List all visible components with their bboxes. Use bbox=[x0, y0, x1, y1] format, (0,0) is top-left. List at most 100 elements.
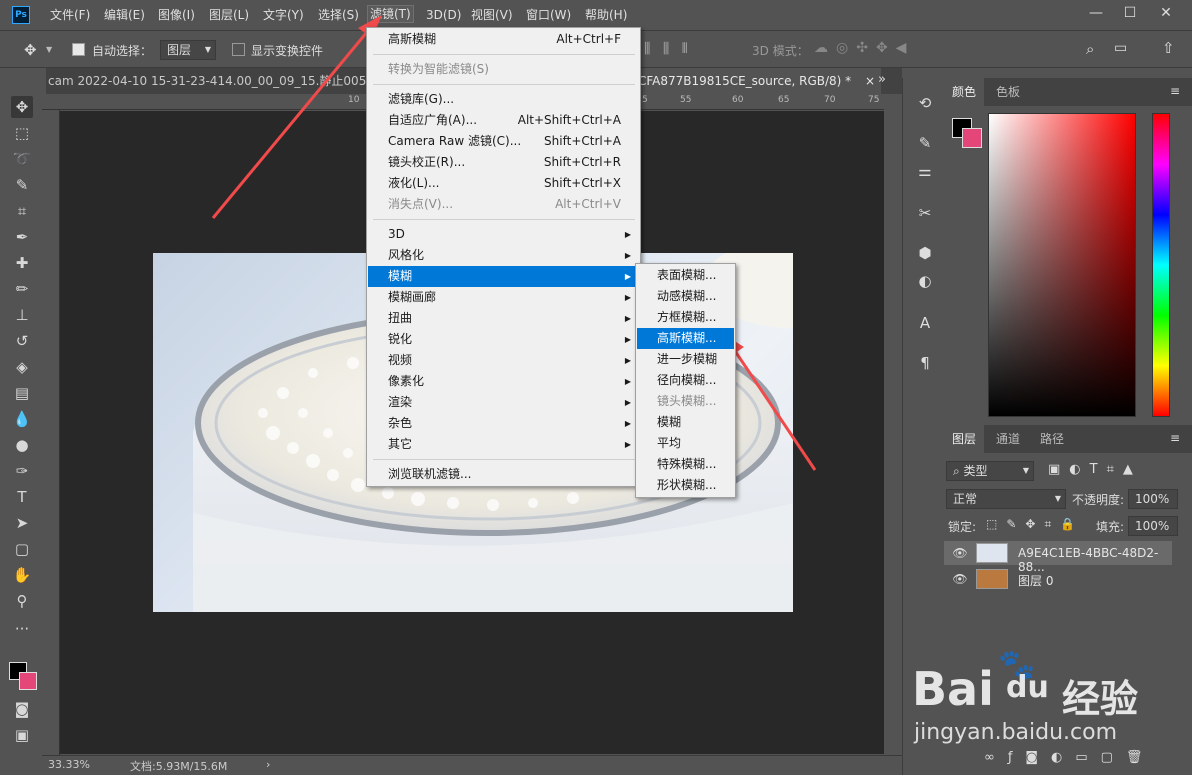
tab-swatches[interactable]: 色板 bbox=[988, 78, 1028, 106]
3d-panel-icon[interactable]: ⬢ bbox=[914, 242, 936, 264]
tools-panel: ✥ ⬚ ➰ ✎ ⌗ ✒ ✚ ✏ ⊥ ↺ ◈ ▤ 💧 ● ✑ T ➤ ▢ ✋ ⚲ … bbox=[0, 90, 42, 755]
filter-menu-item[interactable]: 浏览联机滤镜... bbox=[368, 464, 639, 485]
color-panel-background[interactable] bbox=[962, 128, 982, 148]
filter-menu-item[interactable]: 滤镜库(G)... bbox=[368, 89, 639, 110]
filter-menu-item[interactable]: 模糊画廊 ▶ bbox=[368, 287, 639, 308]
blur-menu-item[interactable]: 模糊 bbox=[637, 412, 734, 433]
watermark-brand-du: du bbox=[1006, 670, 1049, 705]
tab-color[interactable]: 颜色 bbox=[944, 78, 985, 106]
type-tool-icon[interactable]: T bbox=[11, 486, 33, 508]
eye-icon[interactable]: 👁 bbox=[952, 571, 968, 587]
zoom-tool-icon[interactable]: ⚲ bbox=[11, 590, 33, 612]
crop-tool-icon[interactable]: ⌗ bbox=[11, 200, 33, 222]
dodge-tool-icon[interactable]: ● bbox=[11, 434, 33, 456]
eraser-tool-icon[interactable]: ◈ bbox=[11, 356, 33, 378]
quick-mask-icon[interactable]: ◙ bbox=[11, 698, 33, 720]
filter-menu-item[interactable]: 其它 ▶ bbox=[368, 434, 639, 455]
lock-icons[interactable]: ⬚✎✥⌗🔒 bbox=[986, 517, 1084, 532]
history-brush-tool-icon[interactable]: ↺ bbox=[11, 330, 33, 352]
more-tools-icon[interactable]: ··· bbox=[11, 618, 33, 640]
filter-menu-item-label: 3D bbox=[388, 227, 405, 241]
blur-menu-item[interactable]: 平均 bbox=[637, 433, 734, 454]
move-tool-icon[interactable]: ✥ bbox=[11, 96, 33, 118]
filter-menu-item[interactable]: 风格化 ▶ bbox=[368, 245, 639, 266]
chevron-down-icon: ▼ bbox=[1022, 466, 1029, 475]
pen-tool-icon[interactable]: ✑ bbox=[11, 460, 33, 482]
blur-menu-item[interactable]: 高斯模糊... bbox=[637, 328, 734, 349]
layer-filter-dropdown[interactable]: ⌕ 类型 ▼ bbox=[946, 461, 1034, 481]
eyedropper-tool-icon[interactable]: ✒ bbox=[11, 226, 33, 248]
adjustments-icon[interactable]: ⚌ bbox=[914, 160, 936, 182]
hue-slider[interactable] bbox=[1152, 113, 1170, 417]
blur-menu-item[interactable]: 特殊模糊... bbox=[637, 454, 734, 475]
filter-menu-item[interactable]: 像素化 ▶ bbox=[368, 371, 639, 392]
filter-menu-item[interactable]: 锐化 ▶ bbox=[368, 329, 639, 350]
filter-menu-item-label: 模糊画廊 bbox=[388, 290, 437, 304]
fill-input[interactable]: 100% bbox=[1128, 516, 1178, 536]
lasso-tool-icon[interactable]: ➰ bbox=[11, 148, 33, 170]
layer-name: 图层 0 bbox=[1018, 574, 1054, 588]
filter-menu-item-shortcut: Shift+Ctrl+A bbox=[544, 134, 621, 148]
tool-presets-icon[interactable]: ✂ bbox=[914, 202, 936, 224]
layer-row[interactable]: 👁 A9E4C1EB-4BBC-48D2-88... bbox=[944, 541, 1172, 574]
filter-menu-item[interactable]: 高斯模糊 Alt+Ctrl+F bbox=[368, 29, 639, 50]
blur-menu-item[interactable]: 镜头模糊... bbox=[637, 391, 734, 412]
quick-select-tool-icon[interactable]: ✎ bbox=[11, 174, 33, 196]
shape-tool-icon[interactable]: ▢ bbox=[11, 538, 33, 560]
filter-menu-item[interactable]: 消失点(V)... Alt+Ctrl+V bbox=[368, 194, 639, 215]
marquee-tool-icon[interactable]: ⬚ bbox=[11, 122, 33, 144]
filter-menu-item[interactable]: Camera Raw 滤镜(C)... Shift+Ctrl+A bbox=[368, 131, 639, 152]
blur-menu-item[interactable]: 方框模糊... bbox=[637, 307, 734, 328]
healing-tool-icon[interactable]: ✚ bbox=[11, 252, 33, 274]
layer-thumbnail bbox=[976, 543, 1008, 563]
panel-menu-icon[interactable]: ≡ bbox=[1170, 431, 1180, 445]
history-icon[interactable]: ⟲ bbox=[914, 92, 936, 114]
adjust-icon[interactable]: ◐ bbox=[914, 270, 936, 292]
filter-menu-item[interactable]: 杂色 ▶ bbox=[368, 413, 639, 434]
filter-menu-item[interactable]: 扭曲 ▶ bbox=[368, 308, 639, 329]
filter-menu-item-label: 滤镜库(G)... bbox=[388, 92, 455, 106]
screen-mode-icon[interactable]: ▣ bbox=[11, 724, 33, 746]
hand-tool-icon[interactable]: ✋ bbox=[11, 564, 33, 586]
filter-menu-item[interactable]: 渲染 ▶ bbox=[368, 392, 639, 413]
filter-menu-item[interactable]: 转换为智能滤镜(S) bbox=[368, 59, 639, 80]
filter-menu-item[interactable]: 3D ▶ bbox=[368, 224, 639, 245]
filter-menu-item[interactable]: 视频 ▶ bbox=[368, 350, 639, 371]
tab-layers[interactable]: 图层 bbox=[944, 425, 985, 453]
layer-filter-icons[interactable]: ▣◐T⌗▲ bbox=[1048, 462, 1142, 477]
status-arrow-icon[interactable]: › bbox=[266, 758, 270, 771]
blur-menu-item[interactable]: 动感模糊... bbox=[637, 286, 734, 307]
filter-menu-item[interactable]: 镜头校正(R)... Shift+Ctrl+R bbox=[368, 152, 639, 173]
submenu-arrow-icon: ▶ bbox=[624, 398, 631, 407]
layer-actions-icons[interactable]: ∞ƒ◙◐▭▢🗑 bbox=[984, 750, 1155, 765]
filter-menu-item[interactable]: 液化(L)... Shift+Ctrl+X bbox=[368, 173, 639, 194]
blend-mode-dropdown[interactable]: 正常 ▼ bbox=[946, 489, 1066, 509]
blur-tool-icon[interactable]: 💧 bbox=[11, 408, 33, 430]
fill-value: 100% bbox=[1135, 519, 1170, 533]
tab-channels[interactable]: 通道 bbox=[988, 425, 1028, 453]
submenu-arrow-icon: ▶ bbox=[624, 356, 631, 365]
blur-menu-item[interactable]: 进一步模糊 bbox=[637, 349, 734, 370]
color-picker-field[interactable] bbox=[988, 113, 1136, 417]
blur-menu-item[interactable]: 形状模糊... bbox=[637, 475, 734, 496]
stamp-tool-icon[interactable]: ⊥ bbox=[11, 304, 33, 326]
path-select-tool-icon[interactable]: ➤ bbox=[11, 512, 33, 534]
blur-menu-item[interactable]: 表面模糊... bbox=[637, 265, 734, 286]
filter-menu-item-shortcut: Shift+Ctrl+X bbox=[544, 176, 621, 190]
tab-paths[interactable]: 路径 bbox=[1032, 425, 1072, 453]
paragraph-icon[interactable]: ¶ bbox=[914, 352, 936, 374]
panel-menu-icon[interactable]: ≡ bbox=[1170, 84, 1180, 98]
brush-tool-icon[interactable]: ✏ bbox=[11, 278, 33, 300]
brush-settings-icon[interactable]: ✎ bbox=[914, 132, 936, 154]
filter-menu-item-label: 自适应广角(A)... bbox=[388, 113, 478, 127]
zoom-level[interactable]: 33.33% bbox=[48, 758, 90, 771]
character-icon[interactable]: A bbox=[914, 312, 936, 334]
gradient-tool-icon[interactable]: ▤ bbox=[11, 382, 33, 404]
blur-menu-item[interactable]: 径向模糊... bbox=[637, 370, 734, 391]
opacity-input[interactable]: 100% bbox=[1128, 489, 1178, 509]
eye-icon[interactable]: 👁 bbox=[952, 545, 968, 561]
filter-menu-item[interactable]: 自适应广角(A)... Alt+Shift+Ctrl+A bbox=[368, 110, 639, 131]
filter-menu-item[interactable]: 模糊 ▶ bbox=[368, 266, 639, 287]
layer-row[interactable]: 👁 图层 0 bbox=[944, 567, 1172, 591]
background-color-swatch[interactable] bbox=[19, 672, 37, 690]
